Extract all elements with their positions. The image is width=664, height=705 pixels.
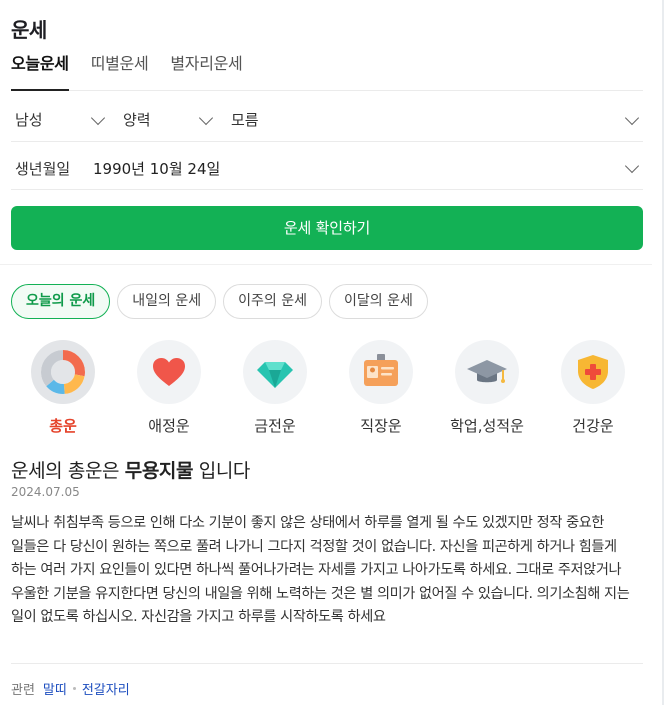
check-fortune-button[interactable]: 운세 확인하기 (11, 206, 643, 250)
gender-value: 남성 (15, 111, 43, 129)
category-label: 총운 (49, 417, 77, 435)
related-label: 관련 (11, 683, 35, 698)
category-study[interactable]: 학업,성적운 (442, 340, 532, 436)
related-divider (11, 663, 643, 664)
category-label: 건강운 (572, 417, 614, 435)
chip-tomorrow[interactable]: 내일의 운세 (117, 284, 217, 319)
birthdate-label: 생년월일 (15, 160, 71, 178)
result-title-suffix: 입니다 (193, 460, 251, 482)
birthdate-value: 1990년 10월 24일 (93, 160, 221, 178)
tab-constellation-fortune[interactable]: 별자리운세 (170, 50, 242, 90)
category-money[interactable]: 금전운 (230, 340, 320, 436)
birth-time-value: 모름 (231, 111, 259, 129)
category-career[interactable]: 직장운 (336, 340, 426, 436)
separator-dot (72, 687, 76, 690)
result-title: 운세의 총운은 무용지물 입니다 (11, 456, 250, 483)
category-label: 직장운 (360, 417, 402, 435)
category-label: 애정운 (148, 417, 190, 435)
fortune-tabs: 오늘운세 띠별운세 별자리운세 (11, 50, 643, 91)
options-row: 남성 양력 모름 (11, 100, 643, 142)
result-title-prefix: 운세의 총운은 (11, 460, 125, 482)
period-chips: 오늘의 운세 내일의 운세 이주의 운세 이달의 운세 (11, 284, 435, 319)
result-body: 날씨나 취침부족 등으로 인해 다소 기분이 좋지 않은 상태에서 하루를 열게… (11, 515, 630, 625)
chip-today[interactable]: 오늘의 운세 (11, 284, 111, 319)
tab-zodiac-animal-fortune[interactable]: 띠별운세 (91, 50, 149, 90)
chip-this-week[interactable]: 이주의 운세 (223, 284, 322, 319)
related-link-scorpio[interactable]: 전갈자리 (82, 679, 130, 698)
category-overall[interactable]: 총운 (18, 340, 108, 436)
category-label: 학업,성적운 (450, 417, 524, 435)
category-love[interactable]: 애정운 (124, 340, 214, 436)
heart-icon (137, 340, 201, 404)
related-links: 관련 말띠 전갈자리 (11, 679, 130, 698)
pie-chart-icon (31, 340, 95, 404)
related-link-horse[interactable]: 말띠 (43, 679, 67, 698)
birth-time-select[interactable]: 모름 (231, 100, 643, 142)
chevron-down-icon (198, 110, 214, 126)
calendar-type-value: 양력 (123, 111, 151, 129)
id-badge-icon (349, 340, 413, 404)
calendar-type-select[interactable]: 양력 (123, 100, 215, 142)
chevron-down-icon (90, 110, 106, 126)
category-label: 금전운 (254, 417, 296, 435)
result-date: 2024.07.05 (11, 485, 80, 499)
chip-this-month[interactable]: 이달의 운세 (329, 284, 428, 319)
tab-today-fortune[interactable]: 오늘운세 (11, 50, 69, 91)
graduation-cap-icon (455, 340, 519, 404)
category-health[interactable]: 건강운 (548, 340, 638, 436)
gender-select[interactable]: 남성 (15, 100, 107, 142)
health-shield-icon (561, 340, 625, 404)
widget-title: 운세 (11, 18, 47, 42)
birthdate-select[interactable]: 생년월일 1990년 10월 24일 (11, 148, 643, 190)
diamond-icon (243, 340, 307, 404)
section-divider (0, 264, 652, 265)
result-title-highlight: 무용지물 (124, 460, 194, 482)
chevron-down-icon (624, 158, 640, 174)
chevron-down-icon (624, 110, 640, 126)
